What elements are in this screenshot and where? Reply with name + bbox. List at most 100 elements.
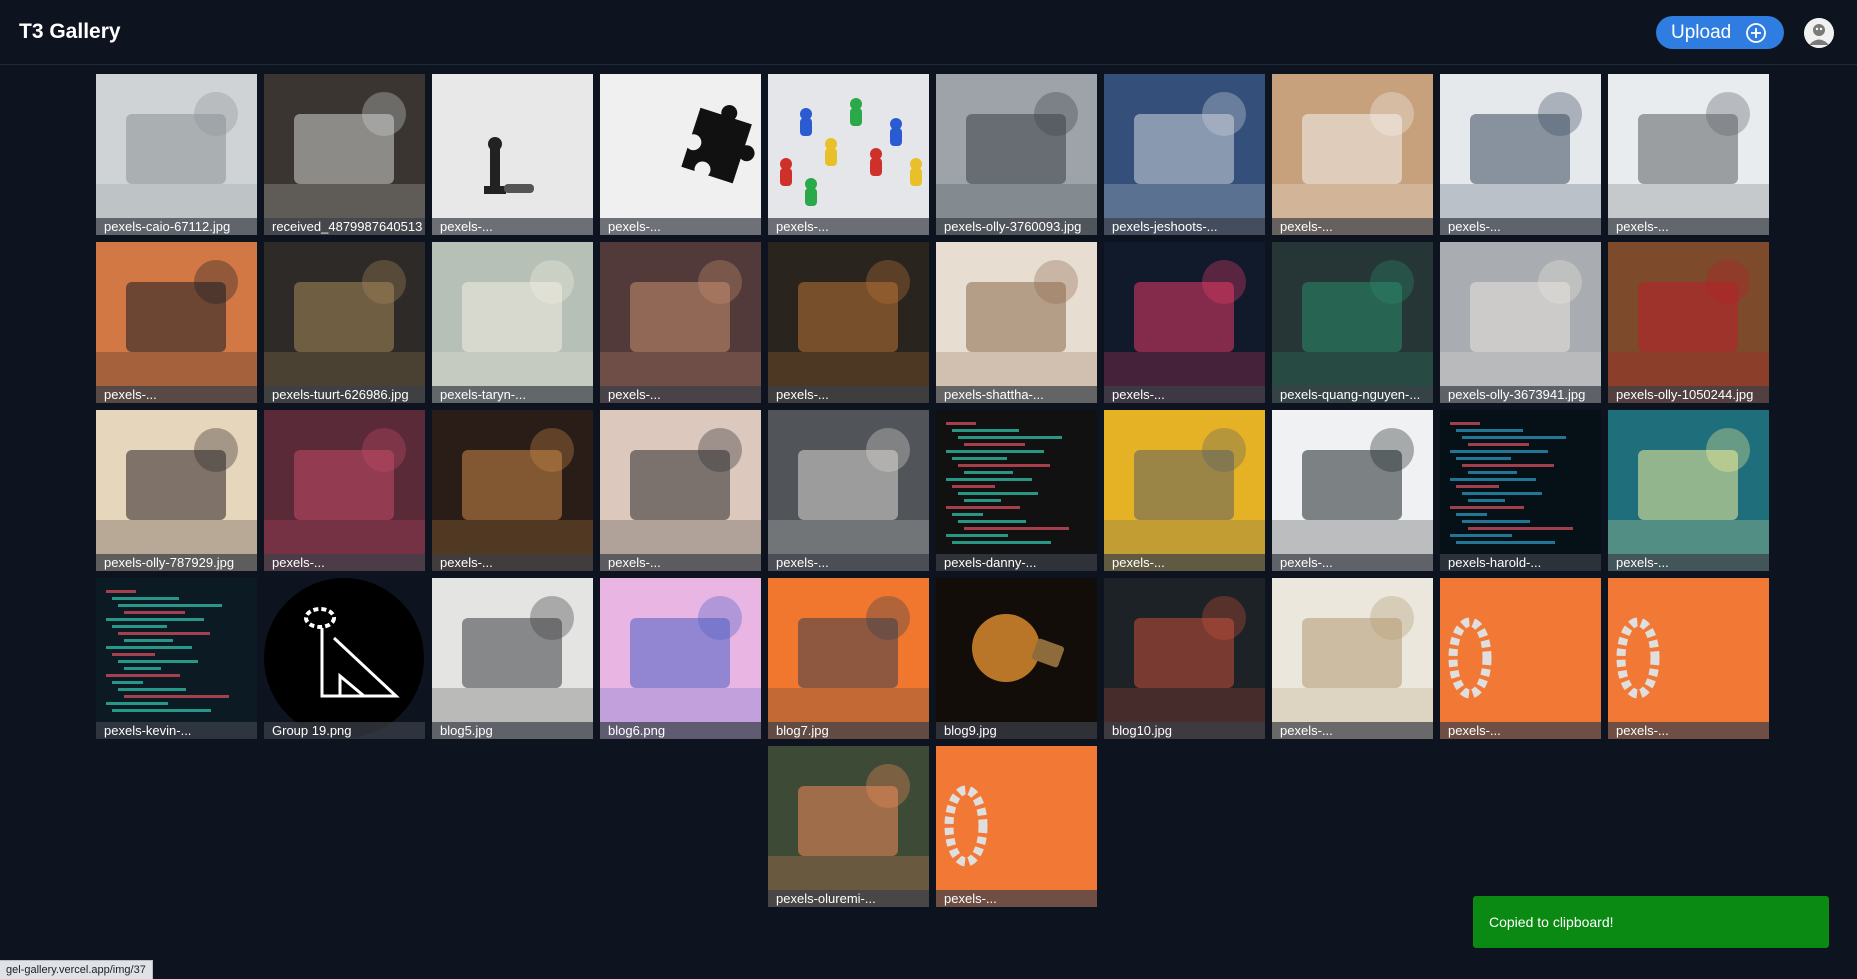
image-caption: pexels-... [432,554,593,571]
image-caption: pexels-... [96,386,257,403]
image-caption: blog7.jpg [768,722,929,739]
image-caption: pexels-... [1104,386,1265,403]
gallery-image-tile[interactable]: pexels-danny-... [936,410,1097,571]
gallery-image-tile[interactable]: pexels-... [432,74,593,235]
image-caption: pexels-... [600,554,761,571]
thumbnail-image [96,410,257,571]
thumbnail-image [768,74,929,235]
gallery-image-tile[interactable]: received_4879987640513 [264,74,425,235]
thumbnail-image [1608,410,1769,571]
gallery-image-tile[interactable]: pexels-... [1440,578,1601,739]
image-caption: pexels-olly-3760093.jpg [936,218,1097,235]
gallery-image-tile[interactable]: pexels-oluremi-... [768,746,929,907]
thumbnail-image [432,410,593,571]
gallery-image-tile[interactable]: pexels-olly-787929.jpg [96,410,257,571]
gallery-image-tile[interactable]: pexels-... [600,242,761,403]
gallery-image-tile[interactable]: blog6.png [600,578,761,739]
gallery-image-tile[interactable]: pexels-jeshoots-... [1104,74,1265,235]
gallery-image-tile[interactable]: pexels-olly-1050244.jpg [1608,242,1769,403]
image-caption: pexels-... [1608,554,1769,571]
gallery-image-tile[interactable]: pexels-harold-... [1440,410,1601,571]
gallery-image-tile[interactable]: pexels-quang-nguyen-... [1272,242,1433,403]
gallery-image-tile[interactable]: Group 19.png [264,578,425,739]
gallery-image-tile[interactable]: pexels-... [96,242,257,403]
image-caption: pexels-... [600,218,761,235]
gallery-image-tile[interactable]: pexels-... [768,410,929,571]
gallery-image-tile[interactable]: pexels-... [1440,74,1601,235]
thumbnail-image [1440,242,1601,403]
image-caption: pexels-olly-787929.jpg [96,554,257,571]
image-caption: pexels-caio-67112.jpg [96,218,257,235]
gallery-image-tile[interactable]: blog10.jpg [1104,578,1265,739]
image-caption: pexels-taryn-... [432,386,593,403]
gallery-image-tile[interactable]: pexels-caio-67112.jpg [96,74,257,235]
gallery-image-tile[interactable]: pexels-... [936,746,1097,907]
image-caption: blog5.jpg [432,722,593,739]
gallery-image-tile[interactable]: pexels-olly-3673941.jpg [1440,242,1601,403]
status-bar-url: gel-gallery.vercel.app/img/37 [0,960,153,979]
thumbnail-image [768,578,929,739]
image-caption: pexels-... [1608,722,1769,739]
image-caption: blog10.jpg [1104,722,1265,739]
gallery-image-tile[interactable]: pexels-... [1272,578,1433,739]
thumbnail-image [600,74,761,235]
image-caption: pexels-olly-3673941.jpg [1440,386,1601,403]
gallery-image-tile[interactable]: pexels-... [1608,410,1769,571]
gallery-image-tile[interactable]: pexels-olly-3760093.jpg [936,74,1097,235]
gallery-image-tile[interactable]: pexels-... [600,74,761,235]
thumbnail-image [1608,578,1769,739]
gallery-image-tile[interactable]: pexels-... [1104,242,1265,403]
image-caption: pexels-oluremi-... [768,890,929,907]
gallery-image-tile[interactable]: pexels-... [1272,74,1433,235]
thumbnail-image [600,410,761,571]
upload-label: Upload [1671,21,1732,43]
image-caption: pexels-... [768,386,929,403]
gallery-image-tile[interactable]: pexels-... [264,410,425,571]
thumbnail-image [1272,410,1433,571]
thumbnail-image [96,578,257,739]
thumbnail-image [96,74,257,235]
toast-notification: Copied to clipboard! [1473,896,1829,948]
image-caption: pexels-harold-... [1440,554,1601,571]
gallery-image-tile[interactable]: pexels-... [1608,578,1769,739]
gallery-image-tile[interactable]: pexels-taryn-... [432,242,593,403]
thumbnail-image [1272,578,1433,739]
thumbnail-image [1440,578,1601,739]
gallery-image-tile[interactable]: pexels-tuurt-626986.jpg [264,242,425,403]
gallery-image-tile[interactable]: pexels-shattha-... [936,242,1097,403]
gallery-image-tile[interactable]: pexels-... [1104,410,1265,571]
gallery-image-tile[interactable]: pexels-... [432,410,593,571]
thumbnail-image [264,74,425,235]
thumbnail-image [936,410,1097,571]
image-caption: received_4879987640513 [264,218,425,235]
image-caption: pexels-kevin-... [96,722,257,739]
image-caption: pexels-... [432,218,593,235]
gallery-image-tile[interactable]: pexels-... [600,410,761,571]
gallery-image-tile[interactable]: pexels-kevin-... [96,578,257,739]
thumbnail-image [1272,242,1433,403]
image-caption: pexels-... [1272,218,1433,235]
gallery-image-tile[interactable]: pexels-... [768,74,929,235]
gallery-image-tile[interactable]: pexels-... [1608,74,1769,235]
image-caption: pexels-... [768,554,929,571]
gallery-image-tile[interactable]: blog9.jpg [936,578,1097,739]
thumbnail-image [432,242,593,403]
gallery-image-tile[interactable]: blog7.jpg [768,578,929,739]
image-caption: blog9.jpg [936,722,1097,739]
thumbnail-image [600,242,761,403]
upload-button[interactable]: Upload [1656,16,1784,49]
image-caption: blog6.png [600,722,761,739]
image-caption: pexels-... [936,890,1097,907]
thumbnail-image [264,410,425,571]
user-avatar-icon[interactable] [1804,18,1834,48]
top-bar: T3 Gallery Upload [0,0,1857,65]
image-caption: pexels-... [600,386,761,403]
thumbnail-image [936,74,1097,235]
gallery-image-tile[interactable]: pexels-... [1272,410,1433,571]
gallery-image-tile[interactable]: blog5.jpg [432,578,593,739]
thumbnail-image [936,578,1097,739]
gallery-image-tile[interactable]: pexels-... [768,242,929,403]
thumbnail-image [264,242,425,403]
app-title[interactable]: T3 Gallery [19,20,121,44]
image-caption: pexels-olly-1050244.jpg [1608,386,1769,403]
